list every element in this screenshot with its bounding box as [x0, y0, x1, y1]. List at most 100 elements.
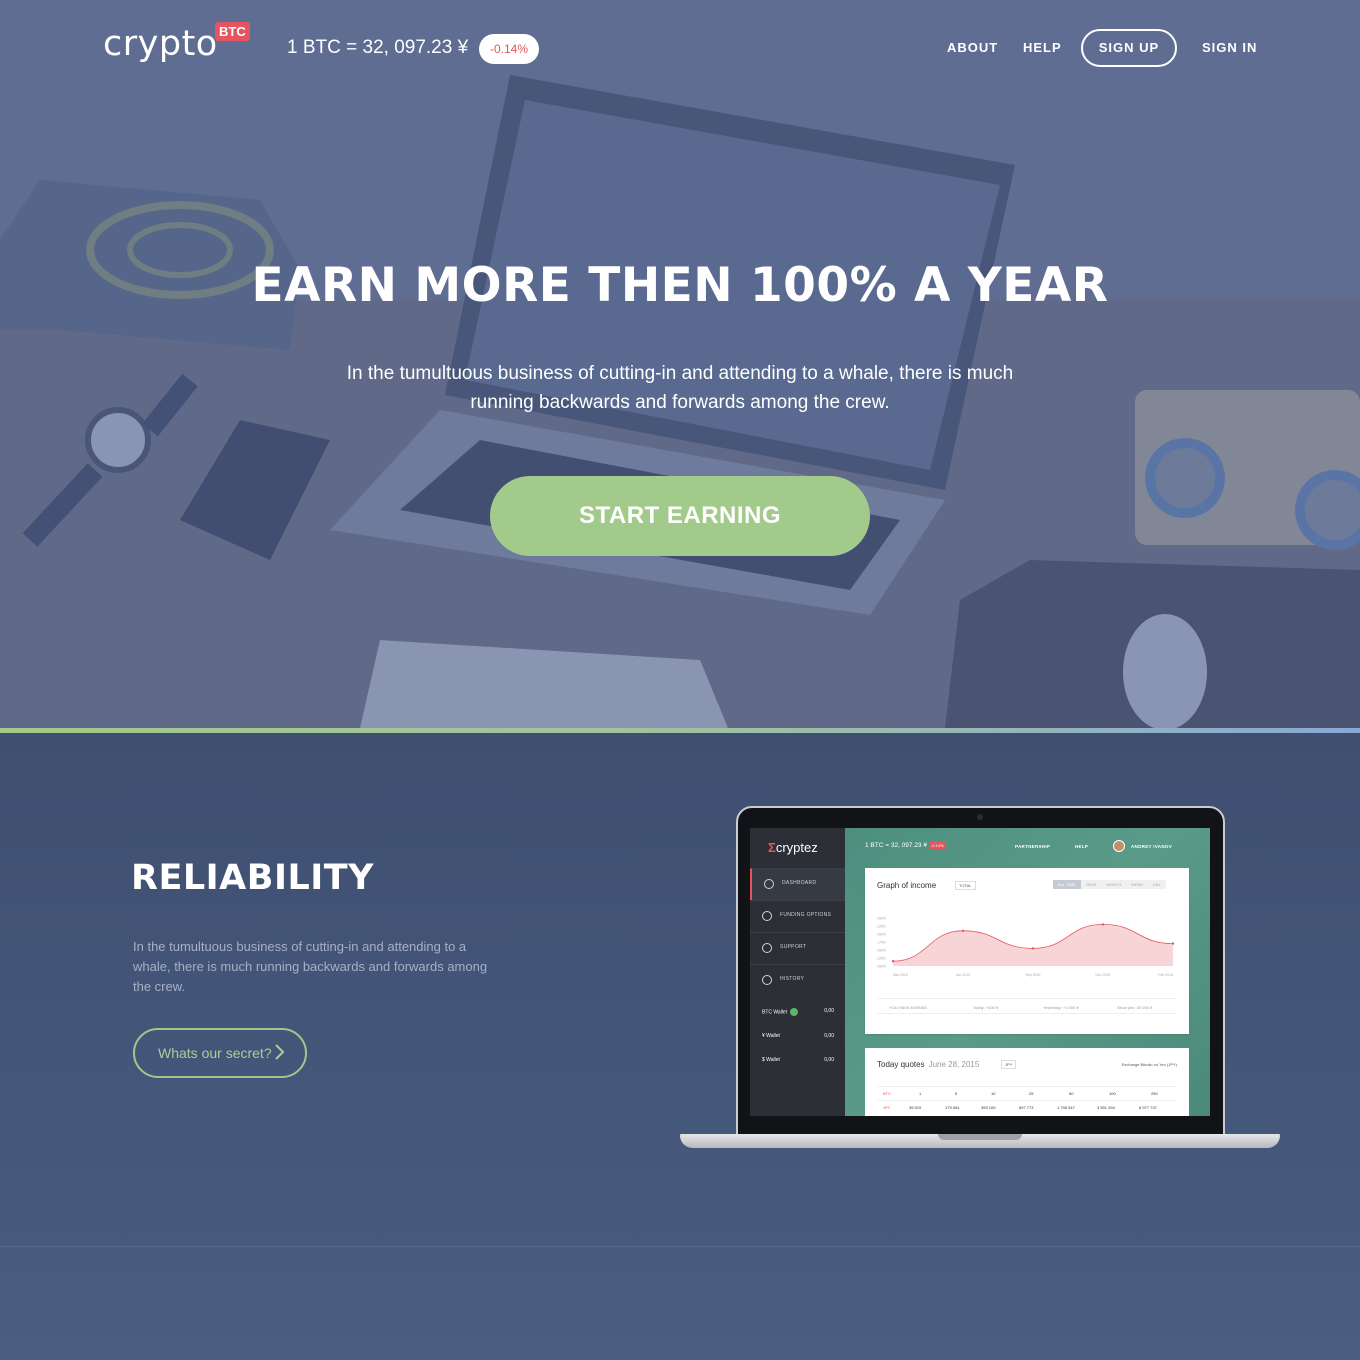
quotes-data-row: JPY 35 910 179 554 359 109 897 773 1 795… — [877, 1100, 1177, 1112]
logo[interactable]: crypto — [103, 24, 218, 64]
graph-tab: MONTH — [1101, 880, 1127, 889]
quotes-cell: 50 — [1069, 1091, 1074, 1096]
earned-yesterday: Yesterday: +1 000 ¥ — [1043, 1005, 1079, 1010]
whats-our-secret-label: Whats our secret? — [158, 1045, 272, 1061]
mockup-menu-funding: FUNDING OPTIONS — [750, 900, 845, 932]
y-tick-label: 200% — [877, 933, 886, 937]
quotes-title-text: Today quotes — [877, 1060, 925, 1069]
wallet-value: 0,00 — [824, 1008, 834, 1014]
rate-change-badge: -0.14% — [479, 34, 539, 64]
graph-tab: YEAR — [1080, 880, 1102, 889]
graph-tabs: ALL TIME YEAR MONTH WEEK DAY — [1053, 880, 1166, 889]
quotes-date: June 28, 2015 — [928, 1060, 980, 1069]
mockup-logo-mark-icon: Σ — [768, 840, 776, 855]
quotes-cell: 1 — [919, 1091, 922, 1096]
quotes-cell: 35 910 — [909, 1105, 922, 1110]
income-point — [1031, 947, 1035, 950]
quotes-cell: 8 977 737 — [1139, 1105, 1157, 1110]
graph-tab: WEEK — [1126, 880, 1148, 889]
wallet-value: 0,00 — [824, 1033, 834, 1039]
quotes-cell: 3 591 094 — [1097, 1105, 1115, 1110]
section-divider — [0, 1246, 1360, 1247]
whats-our-secret-button[interactable]: Whats our secret? — [133, 1028, 307, 1078]
y-tick-label: 225% — [877, 925, 886, 929]
income-point — [1171, 942, 1175, 945]
mockup-menu-label: HISTORY — [780, 976, 805, 982]
graph-tab: DAY — [1147, 880, 1166, 889]
y-tick-label: 150% — [877, 949, 886, 953]
quotes-cell: 25 — [1029, 1091, 1034, 1096]
wallet-value: 0,00 — [824, 1057, 834, 1063]
mockup-logo: Σcryptez — [768, 840, 818, 855]
history-icon — [762, 975, 772, 985]
quotes-cell: 10 — [991, 1091, 996, 1096]
sign-in-link[interactable]: SIGN IN — [1202, 40, 1257, 55]
quotes-cell: BTC — [883, 1091, 891, 1096]
mockup-wallet-yen: ¥ Wallet 0,00 — [762, 1033, 834, 1039]
funding-icon — [762, 911, 772, 921]
mockup-nav-user: ANDREY IVANOV — [1131, 844, 1172, 849]
quotes-cell: 250 — [1151, 1091, 1158, 1096]
y-tick-label: 100% — [877, 965, 886, 969]
graph-select: TOTAL — [955, 881, 976, 890]
chevron-right-icon — [275, 1044, 285, 1060]
support-icon — [762, 943, 772, 953]
income-chart: 100% 125% 150% 175% 200% 225% 250% Mar 2015 Jun … — [877, 917, 1175, 977]
quotes-cell: 359 109 — [981, 1105, 996, 1110]
hero-title: EARN MORE THEN 100% A YEAR — [251, 258, 1109, 313]
quotes-title: Today quotes June 28, 2015 — [877, 1060, 979, 1069]
mockup-menu-label: SUPPORT — [780, 944, 807, 950]
add-wallet-icon — [790, 1008, 799, 1016]
nav-about-link[interactable]: ABOUT — [947, 40, 998, 55]
mockup-logo-text: cryptez — [775, 840, 818, 855]
quotes-cell: JPY — [883, 1105, 891, 1110]
avatar — [1113, 840, 1125, 852]
nav-help-link[interactable]: HELP — [1023, 40, 1062, 55]
laptop-mockup: Σcryptez DASHBOARD FUNDING OPTIONS SUPPO… — [680, 806, 1280, 1156]
graph-title: Graph of income — [877, 881, 937, 890]
mockup-menu-support: SUPPORT — [750, 932, 845, 964]
mockup-wallet-btc: BTC Wallet 0,00 — [762, 1008, 834, 1016]
mockup-wallet-usd: $ Wallet 0,00 — [762, 1057, 834, 1063]
income-point — [961, 929, 965, 932]
x-tick-label: Feb 2016 — [1158, 973, 1173, 977]
mockup-rate: 1 BTC = 32, 097.23 ¥ -0.14% — [865, 842, 946, 849]
quotes-header-row: BTC 1 5 10 25 50 100 250 — [877, 1086, 1177, 1098]
mockup-menu-dashboard: DASHBOARD — [750, 868, 845, 900]
income-point — [1101, 923, 1105, 926]
mockup-menu-label: DASHBOARD — [782, 880, 817, 886]
quotes-cell: 1 795 547 — [1057, 1105, 1075, 1110]
start-earning-button[interactable]: START EARNING — [490, 476, 870, 556]
y-tick-label: 175% — [877, 941, 886, 945]
hero-subtitle: In the tumultuous business of cutting-in… — [346, 363, 1014, 413]
income-point — [891, 960, 895, 963]
mockup-main: 1 BTC = 32, 097.23 ¥ -0.14% PARTNERSHIP H… — [845, 828, 1210, 1116]
quotes-cell: 100 — [1109, 1091, 1116, 1096]
x-tick-label: Dec 2015 — [1096, 973, 1111, 977]
logo-badge: BTC — [215, 22, 250, 41]
x-tick-label: Jun 2015 — [956, 973, 970, 977]
btc-rate: 1 BTC = 32, 097.23 ¥ — [287, 37, 469, 58]
mockup-rate-badge: -0.14% — [928, 842, 946, 849]
quotes-cell: 897 773 — [1019, 1105, 1034, 1110]
x-tick-label: Mar 2015 — [893, 973, 908, 977]
quotes-exchange-label: Exchange Bitcoin on Yen (JPY) — [1121, 1062, 1177, 1067]
x-tick-label: Sep 2015 — [1026, 973, 1041, 977]
quotes-cell: 5 — [955, 1091, 958, 1096]
mockup-nav-partnership: PARTNERSHIP — [1015, 844, 1051, 849]
sign-up-button[interactable]: SIGN UP — [1081, 29, 1177, 67]
reliability-title: RELIABILITY — [131, 858, 375, 898]
wallet-label: ¥ Wallet — [762, 1033, 780, 1039]
graph-tab: ALL TIME — [1053, 880, 1081, 889]
today-quotes-card: Today quotes June 28, 2015 JPY Exchange B… — [865, 1048, 1189, 1116]
mockup-nav-help: HELP — [1075, 844, 1089, 849]
y-tick-label: 250% — [877, 917, 886, 921]
earned-summary: YOU HAVE EARNED Today: +400 ¥ Yesterday:… — [877, 998, 1177, 1014]
top-navigation: crypto BTC 1 BTC = 32, 097.23 ¥ -0.14% A… — [0, 0, 1360, 96]
dashboard-icon — [764, 879, 774, 889]
mockup-rate-text: 1 BTC = 32, 097.23 ¥ — [865, 842, 927, 849]
laptop-screen: Σcryptez DASHBOARD FUNDING OPTIONS SUPPO… — [750, 828, 1210, 1116]
laptop-camera — [977, 814, 983, 820]
earned-today: Today: +400 ¥ — [973, 1005, 999, 1010]
quotes-cell: 179 554 — [945, 1105, 960, 1110]
